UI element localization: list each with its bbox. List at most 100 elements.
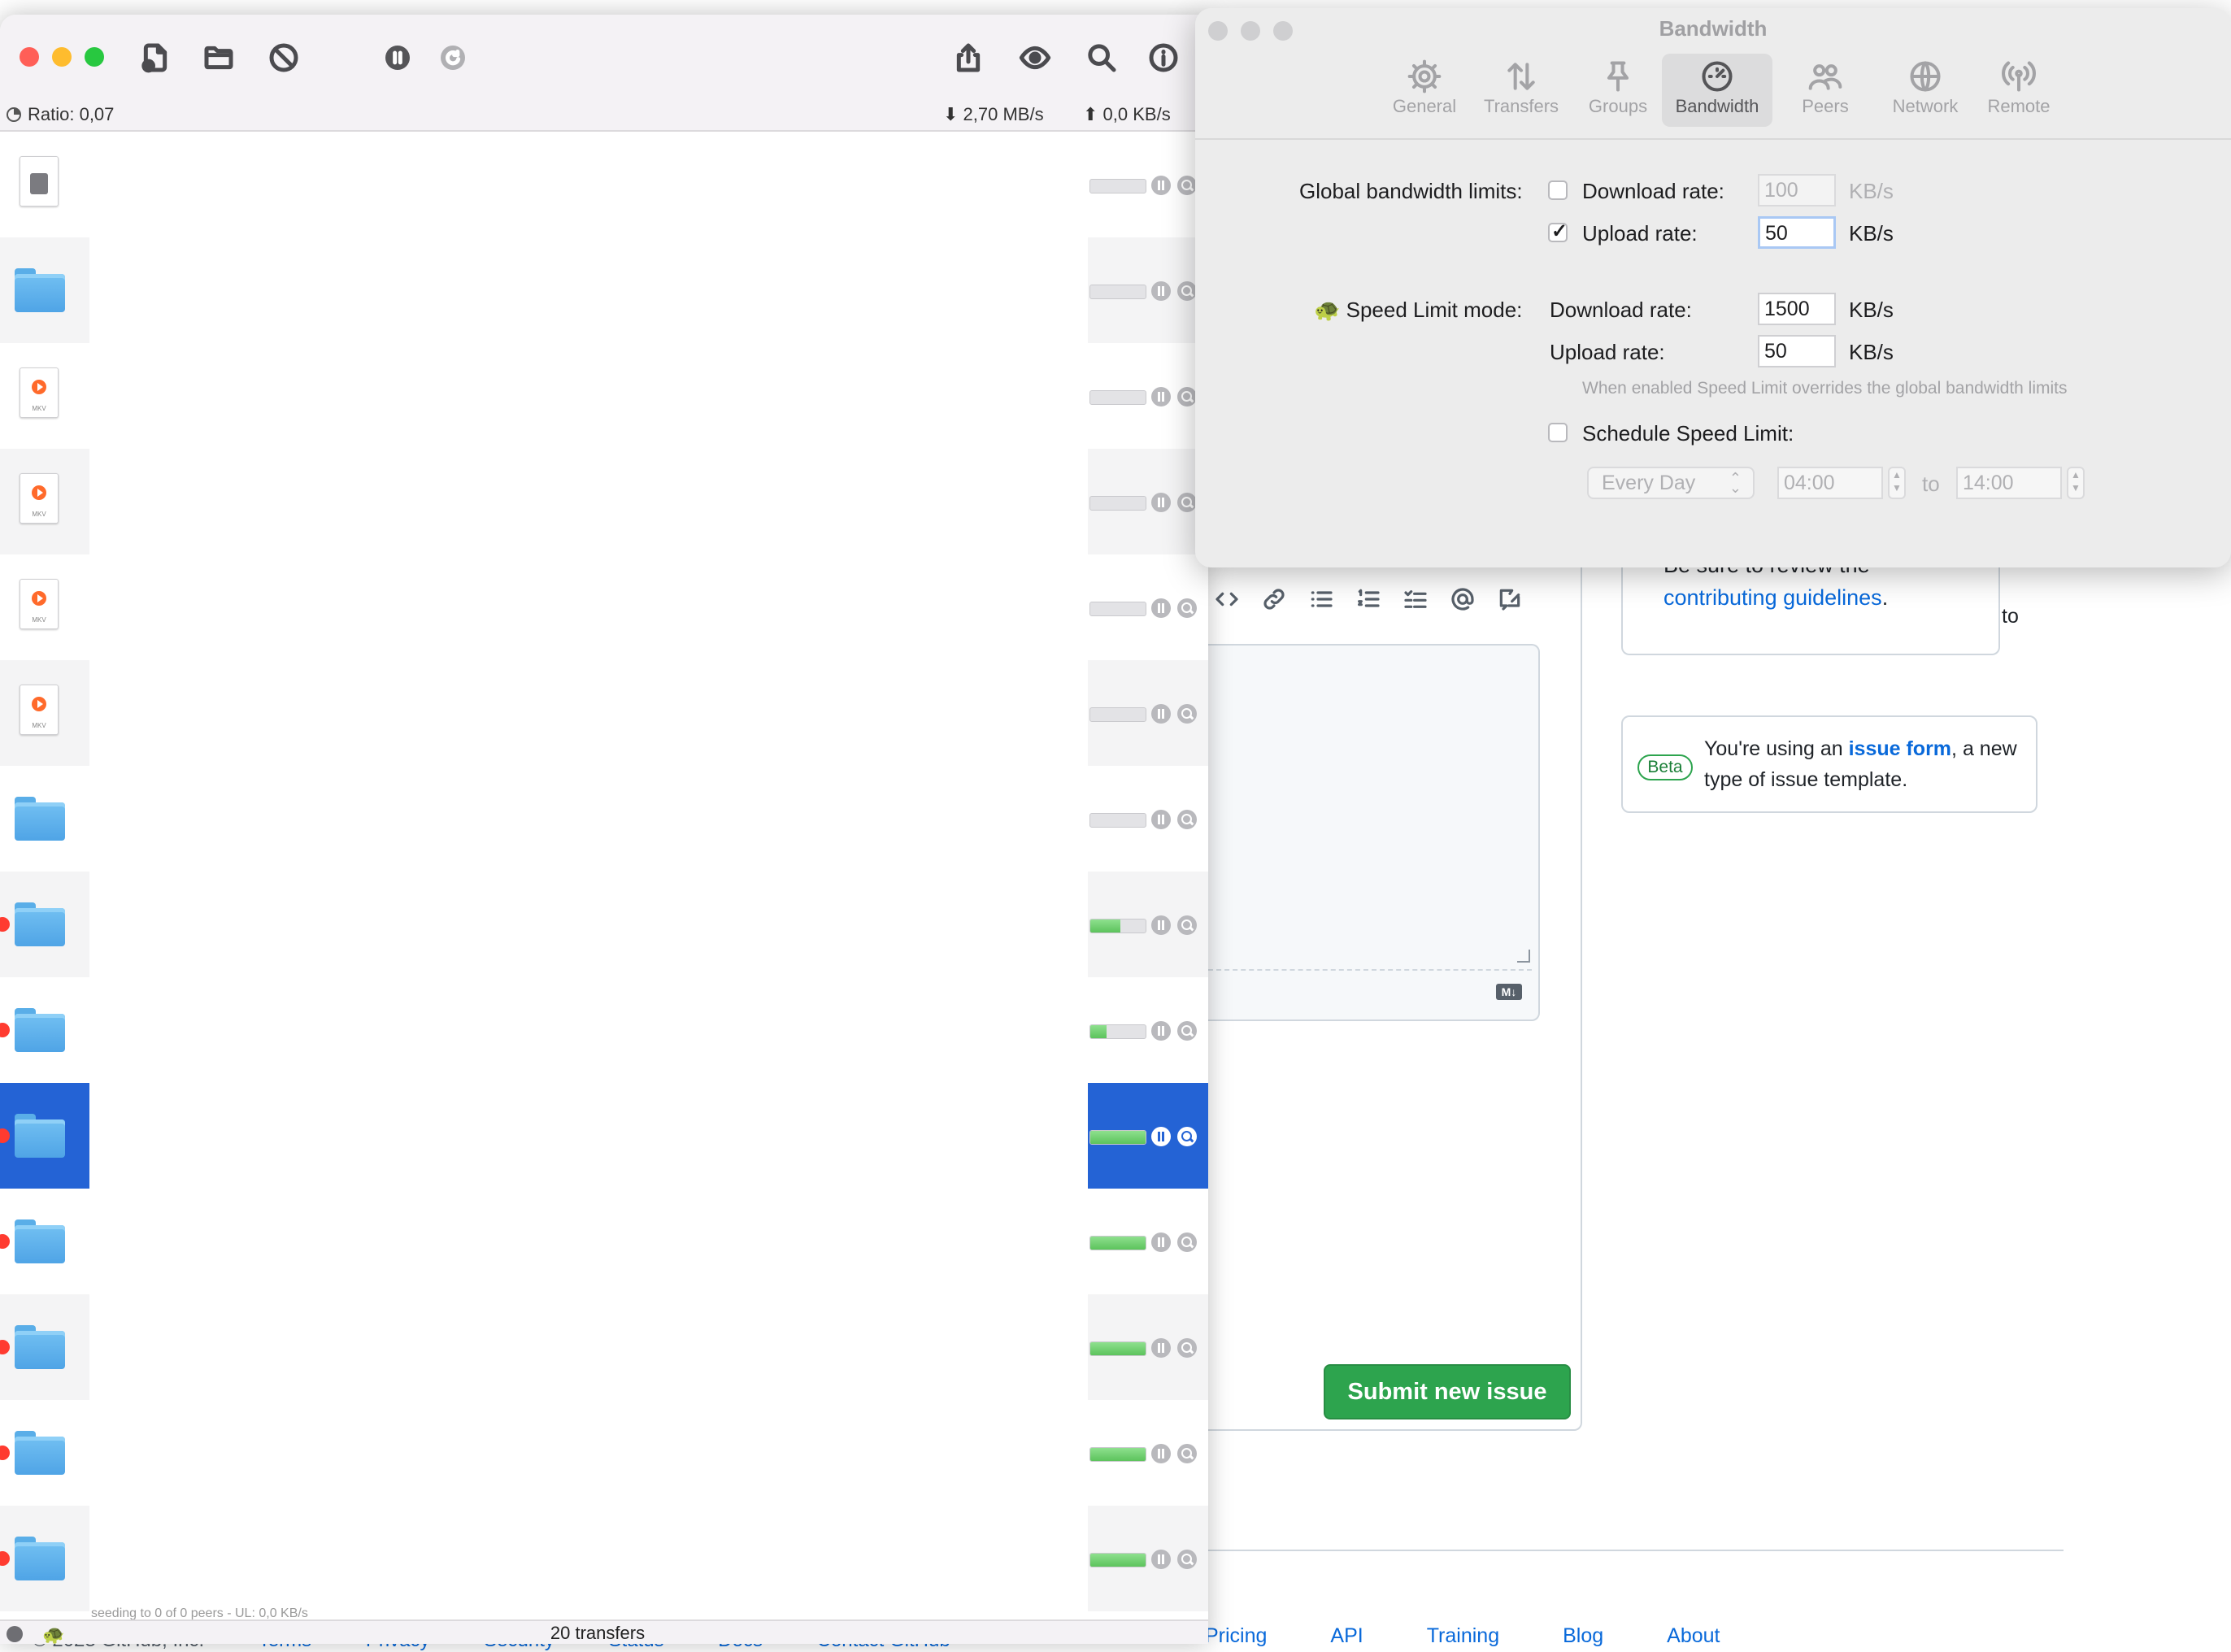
resume-all-icon[interactable] [434, 39, 472, 76]
reveal-in-finder-icon[interactable] [1177, 1232, 1197, 1252]
transfer-row[interactable]: MKV [0, 343, 1208, 449]
speed-download-field[interactable]: 1500 [1758, 293, 1836, 325]
transfer-row[interactable] [0, 1506, 1208, 1611]
pause-icon[interactable] [1151, 704, 1171, 724]
reveal-in-finder-icon[interactable] [1177, 176, 1197, 195]
pause-icon[interactable] [1151, 810, 1171, 829]
footer-link-pricing[interactable]: Pricing [1205, 1624, 1267, 1648]
schedule-speed-limit-checkbox[interactable] [1548, 423, 1568, 442]
tab-groups[interactable]: Groups [1577, 54, 1659, 127]
transfer-list[interactable]: MKV MKV MKV MKV [0, 132, 1208, 1619]
transfer-row[interactable]: MKV [0, 449, 1208, 554]
transfer-row[interactable] [0, 872, 1208, 977]
comment-textarea[interactable] [1208, 644, 1540, 1021]
schedule-day-popup[interactable]: Every Day ⌃ ⌄ [1587, 467, 1755, 499]
numbered-list-icon[interactable] [1353, 584, 1384, 615]
folder-icon[interactable] [200, 39, 237, 76]
code-icon[interactable] [1211, 584, 1242, 615]
remove-transfer-icon[interactable] [265, 39, 302, 76]
global-download-checkbox[interactable] [1548, 180, 1568, 200]
reveal-in-finder-icon[interactable] [1177, 704, 1197, 724]
schedule-to-field[interactable]: 14:00 [1956, 467, 2062, 499]
pause-icon[interactable] [1151, 493, 1171, 512]
transfer-row[interactable] [0, 1294, 1208, 1400]
mention-icon[interactable] [1447, 584, 1478, 615]
speed-upload-field[interactable]: 50 [1758, 335, 1836, 367]
reveal-in-finder-icon[interactable] [1177, 1338, 1197, 1358]
issue-form-link[interactable]: issue form [1849, 737, 1951, 760]
pause-icon[interactable] [1151, 281, 1171, 301]
info-icon[interactable] [1145, 39, 1182, 76]
quick-look-eye-icon[interactable] [1016, 39, 1054, 76]
speed-limit-hint: When enabled Speed Limit overrides the g… [1582, 379, 2068, 398]
maximize-window-button[interactable] [85, 47, 104, 67]
progress-bar [1089, 496, 1146, 511]
reveal-in-finder-icon[interactable] [1177, 915, 1197, 935]
transfer-controls [1088, 237, 1208, 343]
resize-handle[interactable] [1517, 950, 1530, 963]
minimize-window-button[interactable] [52, 47, 72, 67]
pause-icon[interactable] [1151, 387, 1171, 406]
reveal-in-finder-icon[interactable] [1177, 1444, 1197, 1463]
transfer-row[interactable]: MKV [0, 660, 1208, 766]
pause-icon[interactable] [1151, 1021, 1171, 1041]
schedule-to-stepper[interactable]: ▲ ▼ [2067, 467, 2085, 499]
tab-transfers[interactable]: Transfers [1476, 54, 1566, 127]
transfer-icon-cell [0, 237, 89, 343]
transfer-row[interactable]: MKV [0, 554, 1208, 660]
transfer-row[interactable] [0, 1400, 1208, 1506]
reveal-in-finder-icon[interactable] [1177, 1550, 1197, 1569]
schedule-from-field[interactable]: 04:00 [1777, 467, 1883, 499]
pause-icon[interactable] [1151, 1550, 1171, 1569]
pause-icon[interactable] [1151, 1444, 1171, 1463]
reveal-in-finder-icon[interactable] [1177, 281, 1197, 301]
tab-bandwidth[interactable]: Bandwidth [1662, 54, 1772, 127]
footer-link-api[interactable]: API [1330, 1624, 1363, 1648]
pause-icon[interactable] [1151, 1232, 1171, 1252]
reveal-in-finder-icon[interactable] [1177, 598, 1197, 618]
transfer-row[interactable] [0, 132, 1208, 237]
submit-new-issue-button[interactable]: Submit new issue [1324, 1364, 1571, 1419]
global-upload-checkbox[interactable] [1548, 220, 1568, 243]
tab-general[interactable]: General [1384, 54, 1465, 127]
pause-icon[interactable] [1151, 915, 1171, 935]
share-icon[interactable] [950, 39, 987, 76]
open-torrent-file-icon[interactable] [137, 39, 174, 76]
pause-icon[interactable] [1151, 1127, 1171, 1146]
reference-icon[interactable] [1494, 584, 1525, 615]
link-icon[interactable] [1259, 584, 1289, 615]
progress-bar [1089, 179, 1146, 193]
tab-remote[interactable]: Remote [1974, 54, 2064, 127]
reveal-in-finder-icon[interactable] [1177, 387, 1197, 406]
pause-icon[interactable] [1151, 176, 1171, 195]
transfer-row[interactable] [0, 237, 1208, 343]
reveal-in-finder-icon[interactable] [1177, 1021, 1197, 1041]
pause-all-icon[interactable] [379, 39, 416, 76]
reveal-in-finder-icon[interactable] [1177, 810, 1197, 829]
global-upload-field[interactable]: 50 [1758, 216, 1836, 249]
pause-icon[interactable] [1151, 1338, 1171, 1358]
bullet-list-icon[interactable] [1306, 584, 1337, 615]
transfer-row[interactable] [0, 766, 1208, 872]
reveal-in-finder-icon[interactable] [1177, 493, 1197, 512]
pause-icon[interactable] [1151, 598, 1171, 618]
reveal-in-finder-icon[interactable] [1177, 1127, 1197, 1146]
task-list-icon[interactable] [1400, 584, 1431, 615]
ratio-display[interactable]: Ratio: 0,07 [7, 104, 114, 125]
footer-link-blog[interactable]: Blog [1563, 1624, 1603, 1648]
close-window-button[interactable] [20, 47, 39, 67]
footer-link-training[interactable]: Training [1427, 1624, 1499, 1648]
transfer-controls [1088, 1506, 1208, 1611]
footer-link-about[interactable]: About [1667, 1624, 1720, 1648]
tab-network[interactable]: Network [1877, 54, 1974, 127]
schedule-from-stepper[interactable]: ▲ ▼ [1888, 467, 1906, 499]
toolbar [0, 15, 1208, 101]
contributing-guidelines-link[interactable]: contributing guidelines [1663, 585, 1882, 610]
transfer-row[interactable] [0, 977, 1208, 1083]
global-download-field[interactable]: 100 [1758, 174, 1836, 206]
search-icon[interactable] [1083, 39, 1120, 76]
transfer-row[interactable] [0, 1083, 1208, 1189]
transfer-row[interactable] [0, 1189, 1208, 1294]
tab-peers[interactable]: Peers [1781, 54, 1870, 127]
transfer-controls [1088, 554, 1208, 660]
